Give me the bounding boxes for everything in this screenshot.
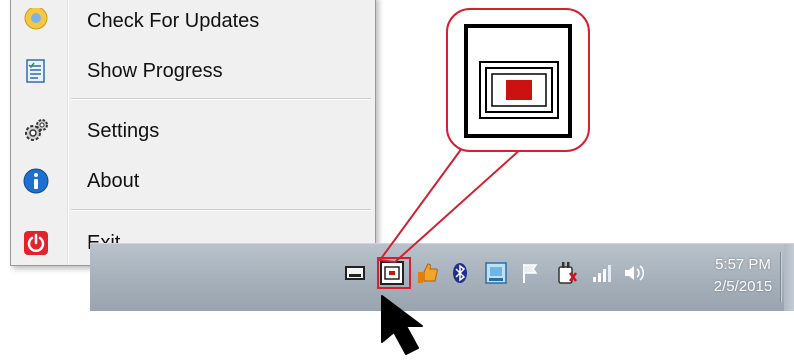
zoom-callout: [446, 8, 590, 152]
magnified-device-icon: [464, 24, 572, 138]
arrow-pointer-icon: [370, 292, 440, 363]
